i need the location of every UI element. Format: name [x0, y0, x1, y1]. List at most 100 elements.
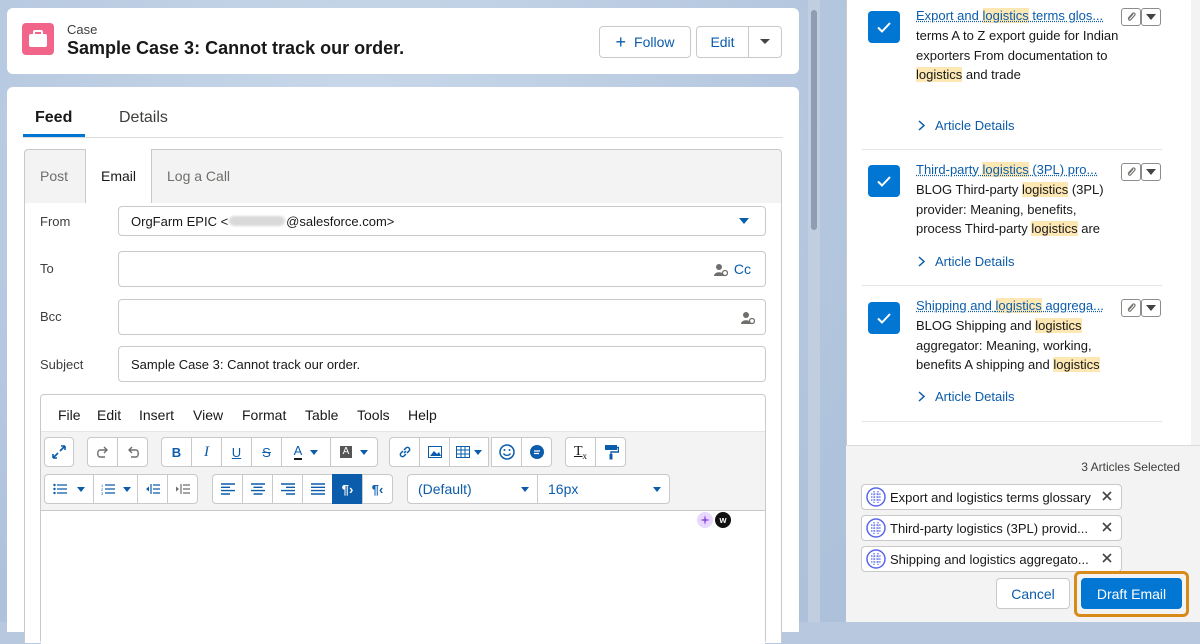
caret-down-icon	[653, 487, 661, 492]
to-label: To	[40, 261, 54, 276]
writing-assistant-icon[interactable]: w	[715, 512, 731, 528]
selected-article-title-1: Export and logistics terms glossary	[890, 489, 1091, 505]
align-right-icon	[280, 483, 295, 495]
ai-assist-icon[interactable]	[697, 512, 713, 528]
fullscreen-button[interactable]	[44, 437, 74, 467]
numbered-list-button[interactable]: 123	[93, 474, 138, 504]
quick-text-button[interactable]	[521, 437, 552, 467]
tab-post[interactable]: Post	[25, 150, 85, 204]
menu-insert[interactable]: Insert	[139, 407, 174, 423]
contact-lookup-icon[interactable]	[714, 263, 728, 277]
menu-table[interactable]: Table	[305, 407, 338, 423]
insert-table-button[interactable]	[449, 437, 489, 467]
tab-email[interactable]: Email	[85, 149, 152, 205]
subject-input[interactable]: Sample Case 3: Cannot track our order.	[118, 346, 766, 382]
rtl-direction-button[interactable]: ¶‹	[362, 474, 393, 504]
article-menu-button-1[interactable]	[1141, 8, 1161, 26]
contact-lookup-icon[interactable]	[741, 311, 755, 325]
cancel-label: Cancel	[1011, 585, 1055, 602]
close-icon[interactable]	[1101, 521, 1113, 533]
article-checkbox-1[interactable]	[868, 11, 900, 43]
insert-link-button[interactable]	[389, 437, 420, 467]
from-value-prefix: OrgFarm EPIC <	[131, 213, 229, 229]
email-body-editor[interactable]	[41, 511, 765, 644]
italic-button[interactable]: I	[191, 437, 222, 467]
strikethrough-button[interactable]: S	[251, 437, 282, 467]
image-icon	[427, 446, 442, 458]
caret-down-icon	[77, 486, 85, 492]
knowledge-scrollbar[interactable]	[1191, 0, 1200, 445]
emoji-button[interactable]	[491, 437, 522, 467]
article-details-toggle-2[interactable]: Article Details	[918, 254, 1014, 269]
justify-button[interactable]	[302, 474, 333, 504]
chevron-right-icon	[918, 391, 925, 402]
menu-tools[interactable]: Tools	[357, 407, 390, 423]
article-menu-button-2[interactable]	[1141, 163, 1161, 181]
from-label: From	[40, 214, 71, 229]
attach-article-button-1[interactable]	[1121, 8, 1141, 26]
article-details-toggle-1[interactable]: Article Details	[918, 118, 1014, 133]
publisher-tabs-bar: Post Email Log a Call	[24, 149, 782, 205]
cancel-button[interactable]: Cancel	[996, 578, 1070, 609]
from-select[interactable]: OrgFarm EPIC < @salesforce.com>	[118, 206, 766, 236]
tab-feed[interactable]: Feed	[23, 107, 85, 137]
article-title-link-1[interactable]: Export and logistics terms glos...	[916, 8, 1116, 23]
caret-down-icon	[122, 486, 131, 492]
article-details-toggle-3[interactable]: Article Details	[918, 389, 1014, 404]
align-center-button[interactable]	[242, 474, 273, 504]
left-panel-scrollbar[interactable]	[808, 0, 820, 622]
redo-button[interactable]	[87, 437, 118, 467]
bold-button[interactable]: B	[161, 437, 192, 467]
ltr-direction-button[interactable]: ¶›	[332, 474, 363, 504]
article-checkbox-2[interactable]	[868, 165, 900, 197]
expand-icon	[52, 445, 66, 459]
text-color-button[interactable]: A	[281, 437, 331, 467]
bcc-field[interactable]	[118, 299, 766, 335]
tab-log-call[interactable]: Log a Call	[153, 150, 253, 204]
edit-button[interactable]: Edit	[696, 26, 749, 58]
undo-button[interactable]	[117, 437, 148, 467]
caret-down-icon	[474, 449, 482, 455]
articles-selected-count: 3 Articles Selected	[1081, 460, 1180, 474]
chevron-down-icon	[760, 39, 770, 44]
clear-formatting-button[interactable]: Tx	[565, 437, 596, 467]
decrease-indent-button[interactable]	[137, 474, 168, 504]
insert-image-button[interactable]	[419, 437, 450, 467]
menu-help[interactable]: Help	[408, 407, 437, 423]
background-color-button[interactable]: A	[330, 437, 378, 467]
bold-icon: B	[171, 444, 182, 460]
paint-roller-icon	[604, 445, 619, 460]
menu-edit[interactable]: Edit	[97, 407, 121, 423]
menu-view[interactable]: View	[193, 407, 223, 423]
article-title-link-3[interactable]: Shipping and logistics aggrega...	[916, 298, 1116, 313]
chat-bubble-icon	[529, 445, 544, 459]
paperclip-icon	[1127, 303, 1136, 312]
font-size-select[interactable]: 16px	[537, 474, 670, 504]
cc-link[interactable]: Cc	[734, 261, 751, 277]
align-left-button[interactable]	[212, 474, 243, 504]
tab-email-label: Email	[101, 168, 137, 184]
to-field[interactable]: Cc	[118, 251, 766, 287]
article-menu-button-3[interactable]	[1141, 299, 1161, 317]
attach-article-button-2[interactable]	[1121, 163, 1141, 181]
case-icon	[22, 23, 54, 55]
more-actions-button[interactable]	[748, 26, 782, 58]
follow-button[interactable]: + Follow	[599, 26, 691, 58]
underline-button[interactable]: U	[221, 437, 252, 467]
scrollbar-thumb[interactable]	[811, 10, 817, 230]
menu-format[interactable]: Format	[242, 407, 286, 423]
menu-file[interactable]: File	[58, 407, 81, 423]
close-icon[interactable]	[1101, 490, 1113, 502]
article-checkbox-3[interactable]	[868, 302, 900, 334]
close-icon[interactable]	[1101, 552, 1113, 564]
attach-article-button-3[interactable]	[1121, 299, 1141, 317]
font-family-select[interactable]: (Default)	[407, 474, 538, 504]
increase-indent-button[interactable]	[167, 474, 198, 504]
draft-email-button[interactable]: Draft Email	[1081, 578, 1182, 609]
align-right-button[interactable]	[272, 474, 303, 504]
article-title-link-2[interactable]: Third-party logistics (3PL) pro...	[916, 162, 1116, 177]
format-painter-button[interactable]	[595, 437, 626, 467]
bulleted-list-button[interactable]	[44, 474, 94, 504]
indent-icon	[175, 484, 190, 494]
tab-details[interactable]: Details	[109, 107, 179, 137]
